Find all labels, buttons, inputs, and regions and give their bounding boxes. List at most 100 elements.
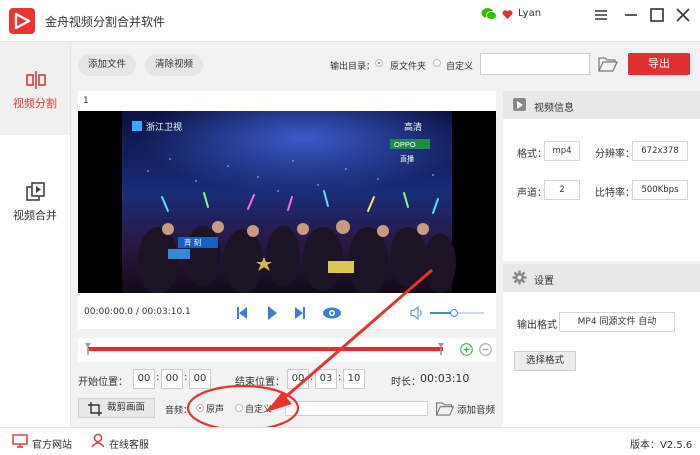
start-hours-field[interactable]: 00	[133, 369, 155, 389]
export-button[interactable]: 导出	[628, 53, 690, 75]
output-radio-source-folder[interactable]	[375, 59, 383, 67]
maximize-icon[interactable]	[648, 6, 666, 24]
output-option-label[interactable]: 原文件夹	[390, 59, 426, 72]
audio-path-input[interactable]	[285, 401, 428, 416]
format-label: 格式：	[517, 149, 547, 160]
sidebar-item-split[interactable]: 视频分割	[0, 43, 70, 135]
sponsor-text: OPPO	[394, 140, 416, 149]
audio-option-label[interactable]: 原声	[206, 402, 224, 415]
clear-video-button[interactable]: 清除视频	[145, 54, 204, 76]
gear-icon	[512, 270, 527, 285]
sidebar-item-label: 视频合并	[13, 209, 57, 222]
trim-start-handle[interactable]	[85, 343, 91, 355]
zoom-out-icon[interactable]	[479, 343, 492, 356]
step-forward-icon[interactable]	[294, 305, 308, 321]
end-seconds-field[interactable]: 10	[343, 369, 365, 389]
wechat-icon[interactable]	[481, 7, 497, 21]
colon: :	[184, 372, 188, 383]
end-hours-field[interactable]: 00	[287, 369, 309, 389]
merge-icon	[26, 182, 45, 201]
live-tag-text: 直播	[400, 154, 414, 163]
monitor-icon	[12, 434, 28, 448]
official-website-link[interactable]: 官方网站	[32, 436, 72, 451]
zoom-in-icon[interactable]	[460, 343, 473, 356]
audio-label: 音频：	[165, 406, 193, 416]
trim-track[interactable]	[88, 347, 443, 351]
folder-icon[interactable]	[598, 56, 618, 72]
trim-time-row: 开始位置： 00 : 00 : 00 结束位置： 00 : 03 : 10 时长…	[78, 368, 496, 390]
channels-label: 声道：	[517, 188, 547, 199]
add-file-button[interactable]: 添加文件	[78, 54, 137, 76]
audio-row: 裁剪画面 音频： 原声 自定义 添加音频	[78, 396, 496, 420]
folder-icon[interactable]	[435, 401, 455, 416]
audio-option-label[interactable]: 自定义	[245, 402, 272, 415]
vip-heart-icon	[502, 10, 513, 19]
online-service-link[interactable]: 在线客服	[109, 436, 149, 451]
volume-slider[interactable]	[430, 309, 484, 317]
volume-slider-knob[interactable]	[450, 309, 459, 317]
duration-value: 00:03:10	[420, 372, 470, 385]
resolution-value: 672x378	[632, 141, 688, 161]
video-info-title: 视频信息	[534, 103, 574, 114]
output-radio-custom[interactable]	[433, 59, 441, 67]
start-minutes-field[interactable]: 00	[161, 369, 183, 389]
version-text: 版本：V2.5.6	[630, 440, 693, 451]
trim-end-handle[interactable]	[438, 343, 444, 355]
add-audio-button[interactable]: 添加音频	[457, 402, 495, 416]
video-info-panel: 视频信息 格式： mp4 分辨率： 672x378 声道： 2 比特率： 500…	[503, 91, 700, 261]
video-index: 1	[83, 96, 89, 106]
crop-icon	[88, 402, 102, 416]
format-value: mp4	[544, 141, 580, 161]
audio-radio-custom[interactable]	[235, 404, 243, 412]
trim-selected-range	[88, 347, 443, 351]
end-minutes-field[interactable]: 03	[315, 369, 337, 389]
close-icon[interactable]	[674, 6, 692, 24]
channels-value: 2	[544, 180, 580, 200]
preview-eye-icon[interactable]	[322, 305, 342, 321]
concert-frame-image: 浙江卫视 高清 OPPO 直播 斉 刻	[78, 111, 496, 293]
crop-frame-label: 裁剪画面	[107, 402, 146, 413]
sidebar-item-label: 视频分割	[13, 97, 57, 110]
playback-time: 00:00:00.0 / 00:03:10.1	[84, 307, 191, 317]
settings-title: 设置	[534, 276, 554, 287]
bitrate-label: 比特率：	[595, 188, 635, 199]
output-dir-label: 输出目录：	[330, 62, 376, 72]
channel-logo-text: 浙江卫视	[146, 121, 182, 132]
minimize-icon[interactable]	[622, 6, 640, 24]
trim-timeline	[78, 338, 496, 362]
end-position-label: 结束位置：	[235, 377, 285, 388]
settings-header: 设置	[503, 264, 700, 292]
app-title: 金舟视频分割合并软件	[45, 15, 166, 29]
play-icon[interactable]	[266, 305, 278, 321]
duration-label: 时长：	[391, 377, 421, 388]
start-seconds-field[interactable]: 00	[189, 369, 211, 389]
toolbar: 添加文件 清除视频 输出目录： 原文件夹 自定义 导出	[72, 43, 700, 87]
step-back-icon[interactable]	[234, 305, 248, 321]
video-preview[interactable]: 浙江卫视 高清 OPPO 直播 斉 刻	[78, 111, 496, 293]
audio-radio-original[interactable]	[196, 404, 204, 412]
bitrate-value: 500Kbps	[632, 180, 688, 200]
service-person-icon	[91, 433, 105, 448]
video-info-header: 视频信息	[503, 91, 700, 119]
resolution-label: 分辨率：	[595, 149, 635, 160]
settings-panel: 设置 输出格式： MP4 同源文件 自动 选择格式	[503, 264, 700, 427]
start-position-label: 开始位置：	[78, 377, 128, 388]
user-name[interactable]: Lyan	[518, 8, 541, 19]
song-title-text: 斉 刻	[184, 237, 201, 247]
output-dir-input[interactable]	[480, 53, 590, 75]
output-format-value: MP4 同源文件 自动	[559, 312, 675, 332]
choose-format-button[interactable]: 选择格式	[514, 351, 576, 371]
menu-icon[interactable]	[592, 6, 610, 24]
app-logo-icon	[9, 8, 35, 34]
crop-frame-button[interactable]: 裁剪画面	[78, 398, 155, 418]
corner-logo-text: 高清	[404, 121, 422, 132]
volume-icon[interactable]	[409, 305, 425, 321]
colon: :	[156, 372, 160, 383]
video-player-panel: 1 浙江卫视 高清 OPPO 直播 斉 刻 00:00:00.0 / 00:03…	[78, 91, 496, 329]
sidebar-item-merge[interactable]: 视频合并	[0, 155, 70, 247]
output-option-label[interactable]: 自定义	[446, 59, 473, 72]
sidebar: 视频分割 视频合并	[0, 43, 71, 427]
video-info-icon	[513, 98, 526, 111]
split-icon	[26, 71, 46, 89]
status-bar: 官方网站 在线客服 版本：V2.5.6	[0, 427, 700, 455]
